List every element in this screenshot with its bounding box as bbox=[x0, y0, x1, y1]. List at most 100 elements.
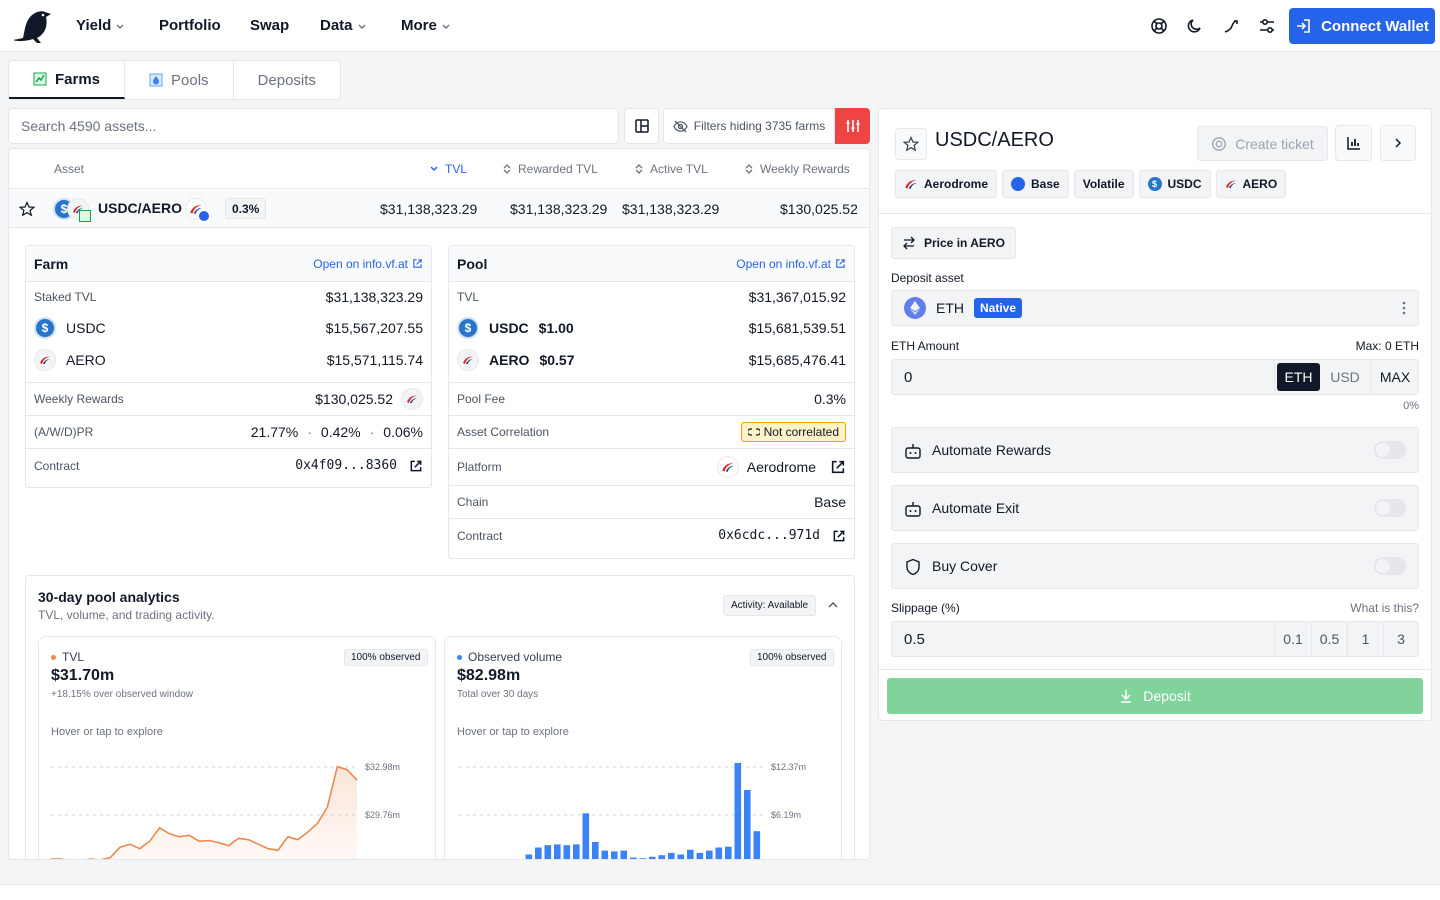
deposit-button[interactable]: Deposit bbox=[887, 678, 1423, 714]
volume-bar[interactable] bbox=[725, 846, 732, 860]
volume-bar[interactable] bbox=[744, 790, 751, 860]
filters-label: Filters hiding 3735 farms bbox=[693, 119, 826, 133]
favorite-button[interactable] bbox=[895, 128, 927, 160]
chevron-up-icon[interactable] bbox=[827, 599, 839, 611]
deposit-panel: USDC/AERO Create ticket Aerodrome Base V… bbox=[878, 108, 1432, 721]
chip-base[interactable]: Base bbox=[1002, 170, 1069, 198]
volume-bar[interactable] bbox=[649, 856, 656, 860]
amount-percent: 0% bbox=[1403, 400, 1419, 412]
weekly-rewards-value: $130,025.52 bbox=[315, 391, 393, 407]
connect-wallet-button[interactable]: Connect Wallet bbox=[1289, 8, 1435, 44]
chart-button[interactable] bbox=[1335, 125, 1372, 161]
nav-swap[interactable]: Swap bbox=[250, 17, 289, 34]
volume-bar[interactable] bbox=[573, 844, 580, 860]
volume-bar[interactable] bbox=[753, 831, 761, 860]
farm-open-link[interactable]: Open on info.vf.at bbox=[313, 257, 423, 271]
header-weekly-rewards[interactable]: Weekly Rewards bbox=[744, 162, 850, 176]
chip-usdc[interactable]: $ USDC bbox=[1138, 170, 1211, 198]
filter-settings-button[interactable] bbox=[835, 108, 870, 144]
volume-bar[interactable] bbox=[592, 842, 599, 860]
settings-sliders-icon[interactable] bbox=[1257, 16, 1277, 36]
tab-pools-label: Pools bbox=[171, 71, 209, 89]
volume-bar[interactable] bbox=[582, 813, 590, 860]
volume-bar[interactable] bbox=[677, 854, 685, 861]
y-tick-label: $0 bbox=[771, 858, 781, 860]
amount-input[interactable]: 0 bbox=[904, 369, 912, 386]
slippage-option[interactable]: 3 bbox=[1383, 622, 1418, 656]
create-ticket-button[interactable]: Create ticket bbox=[1197, 126, 1328, 161]
filters-button[interactable]: Filters hiding 3735 farms bbox=[663, 108, 835, 144]
tvl-area-chart[interactable]: $32.98m $29.76m $26.54m bbox=[39, 637, 436, 860]
header-tvl[interactable]: TVL bbox=[429, 162, 467, 176]
buy-cover-toggle[interactable] bbox=[1374, 557, 1406, 575]
external-link-icon[interactable] bbox=[832, 529, 846, 543]
max-button[interactable]: MAX bbox=[1371, 363, 1419, 391]
volume-bar[interactable] bbox=[696, 852, 704, 860]
volume-bar[interactable] bbox=[706, 850, 713, 860]
header-rewarded-tvl[interactable]: Rewarded TVL bbox=[502, 162, 598, 176]
unit-eth-button[interactable]: ETH bbox=[1277, 363, 1320, 391]
logo-bird-icon[interactable] bbox=[11, 8, 53, 44]
download-arrow-icon bbox=[1121, 690, 1132, 703]
slippage-option[interactable]: 0.5 bbox=[1311, 622, 1347, 656]
slippage-option[interactable]: 0.1 bbox=[1274, 622, 1311, 656]
support-lifebuoy-icon[interactable] bbox=[1149, 16, 1169, 36]
nav-more[interactable]: More bbox=[401, 17, 451, 34]
volume-bar-chart[interactable]: $12.37m $6.19m $0 bbox=[445, 637, 842, 860]
volume-bar[interactable] bbox=[525, 854, 533, 861]
eye-off-icon bbox=[673, 119, 688, 133]
chip-aero[interactable]: AERO bbox=[1215, 170, 1287, 198]
max-balance-label: Max: 0 ETH bbox=[1355, 339, 1419, 353]
nav-portfolio[interactable]: Portfolio bbox=[159, 17, 221, 34]
volume-bar[interactable] bbox=[639, 858, 647, 860]
search-input[interactable]: Search 4590 assets... bbox=[8, 108, 619, 144]
volume-bar[interactable] bbox=[715, 847, 723, 861]
farm-contract-address[interactable]: 0x4f09...8360 bbox=[295, 458, 397, 473]
volume-bar[interactable] bbox=[535, 847, 542, 861]
next-button[interactable] bbox=[1380, 125, 1416, 161]
nav-more-label: More bbox=[401, 17, 437, 34]
unit-usd-button[interactable]: USD bbox=[1323, 363, 1367, 391]
activity-curve-icon[interactable] bbox=[1221, 16, 1241, 36]
tab-deposits[interactable]: Deposits bbox=[234, 61, 340, 99]
what-is-this-link[interactable]: What is this? bbox=[1350, 601, 1419, 615]
more-vertical-icon[interactable] bbox=[1402, 301, 1406, 315]
volume-bar[interactable] bbox=[658, 855, 666, 860]
automate-rewards-toggle[interactable] bbox=[1374, 441, 1406, 459]
chip-volatile[interactable]: Volatile bbox=[1073, 170, 1134, 198]
pair-icons: $ bbox=[53, 198, 95, 222]
deposit-asset-select[interactable]: ETH Native bbox=[891, 290, 1419, 326]
columns-button[interactable] bbox=[624, 108, 659, 144]
chain-row: Chain Base bbox=[449, 486, 854, 519]
volume-bar[interactable] bbox=[630, 857, 637, 860]
tab-farms[interactable]: Farms bbox=[9, 61, 126, 99]
volume-bar[interactable] bbox=[687, 849, 694, 860]
volume-bar[interactable] bbox=[668, 852, 675, 860]
table-row[interactable]: $ USDC/AERO 0.3% $31,138,323.29 $31,138,… bbox=[9, 190, 869, 228]
slippage-option[interactable]: 1 bbox=[1347, 622, 1383, 656]
deposit-asset-label: Deposit asset bbox=[891, 271, 964, 285]
moon-icon[interactable] bbox=[1185, 16, 1205, 36]
external-link-icon[interactable] bbox=[409, 459, 423, 473]
pool-open-link[interactable]: Open on info.vf.at bbox=[736, 257, 846, 271]
nav-yield[interactable]: Yield bbox=[76, 17, 125, 34]
nav-data[interactable]: Data bbox=[320, 17, 367, 34]
volume-bar[interactable] bbox=[734, 762, 742, 860]
tab-pools[interactable]: Pools bbox=[125, 61, 234, 99]
volume-bar[interactable] bbox=[620, 850, 628, 860]
pool-contract-address[interactable]: 0x6cdc...971d bbox=[718, 528, 820, 543]
star-icon[interactable] bbox=[19, 201, 35, 217]
header-asset[interactable]: Asset bbox=[54, 162, 84, 176]
slippage-input[interactable]: 0.5 bbox=[904, 631, 925, 648]
volume-bar[interactable] bbox=[554, 844, 561, 860]
chip-aerodrome[interactable]: Aerodrome bbox=[895, 170, 998, 198]
price-in-toggle[interactable]: Price in AERO bbox=[891, 227, 1016, 259]
sort-desc-icon bbox=[430, 166, 438, 172]
volume-bar[interactable] bbox=[611, 851, 618, 860]
automate-exit-toggle[interactable] bbox=[1374, 499, 1406, 517]
external-link-icon[interactable] bbox=[830, 459, 846, 475]
volume-bar[interactable] bbox=[601, 850, 609, 860]
header-active-tvl[interactable]: Active TVL bbox=[634, 162, 708, 176]
volume-bar[interactable] bbox=[544, 845, 552, 860]
volume-bar[interactable] bbox=[563, 845, 571, 860]
